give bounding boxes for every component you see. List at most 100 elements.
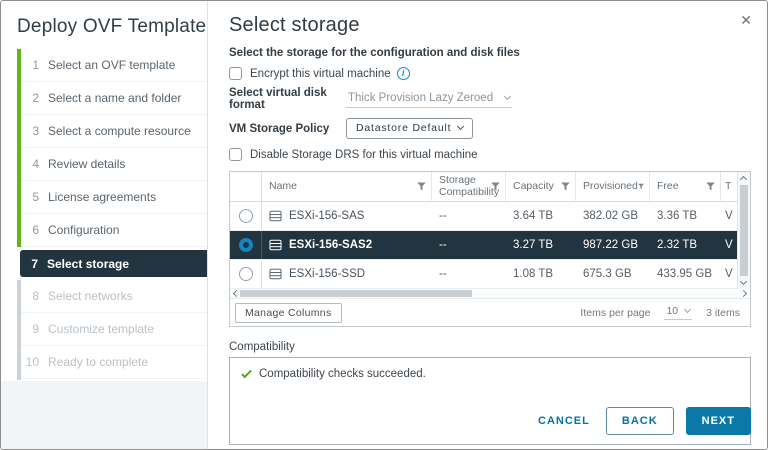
sidebar-footer-area: [1, 381, 207, 449]
step-select-storage-active[interactable]: 7 Select storage: [20, 250, 207, 277]
horizontal-scrollbar-thumb[interactable]: [240, 290, 472, 297]
disk-format-select[interactable]: Thick Provision Lazy Zeroed: [346, 91, 512, 108]
wizard-sidebar: Deploy OVF Template 1 Select an OVF temp…: [1, 1, 208, 449]
vertical-scrollbar[interactable]: [737, 172, 750, 289]
step-ready-to-complete: 10 Ready to complete: [21, 346, 207, 379]
encrypt-vm-checkbox[interactable]: [229, 67, 242, 80]
cell-free: 2.32 TB: [657, 239, 698, 251]
column-header-name[interactable]: Name: [262, 172, 432, 201]
step-select-an-ovf-template[interactable]: 1 Select an OVF template: [21, 49, 207, 82]
wizard-title: Deploy OVF Template: [17, 16, 207, 37]
step-label: Customize template: [48, 322, 155, 336]
disable-drs-label: Disable Storage DRS for this virtual mac…: [250, 148, 478, 161]
vertical-scrollbar-thumb[interactable]: [740, 185, 748, 276]
back-button[interactable]: BACK: [605, 407, 674, 435]
datastore-name: ESXi-156-SSD: [289, 268, 366, 280]
step-number: 8: [32, 289, 39, 303]
column-header-capacity[interactable]: Capacity: [506, 172, 576, 201]
radio-column-header: [230, 172, 262, 201]
filter-icon[interactable]: [417, 182, 426, 191]
filter-icon[interactable]: [561, 182, 570, 191]
step-number: 9: [32, 322, 39, 336]
encrypt-vm-label: Encrypt this virtual machine: [250, 67, 391, 80]
cell-type-truncated: V: [725, 268, 733, 280]
table-header-row: Name Storage Compatibility Capacity Prov…: [230, 172, 750, 202]
step-label: Select an OVF template: [48, 58, 176, 72]
select-storage-panel: ✕ Select storage Select the storage for …: [208, 1, 767, 449]
storage-policy-row: VM Storage Policy Datastore Default: [229, 118, 751, 139]
step-label: Configuration: [48, 223, 120, 237]
deploy-ovf-template-dialog: Deploy OVF Template 1 Select an OVF temp…: [0, 0, 768, 450]
items-per-page-select[interactable]: 10: [664, 305, 693, 320]
row-radio[interactable]: [238, 209, 253, 223]
step-select-a-name-and-folder[interactable]: 2 Select a name and folder: [21, 82, 207, 115]
page-subtitle: Select the storage for the configuration…: [229, 47, 520, 59]
step-select-networks: 8 Select networks: [21, 280, 207, 313]
filter-icon[interactable]: [706, 182, 715, 191]
filter-icon[interactable]: [491, 182, 500, 191]
chevron-down-icon: [684, 305, 692, 314]
encrypt-vm-row: Encrypt this virtual machine i: [229, 67, 751, 80]
cell-provisioned: 675.3 GB: [583, 268, 632, 280]
cancel-button[interactable]: CANCEL: [534, 408, 594, 434]
cell-provisioned: 987.22 GB: [583, 239, 638, 251]
filter-icon[interactable]: [638, 182, 644, 191]
scroll-down-icon[interactable]: [739, 277, 748, 286]
table-row-esxi-156-sas[interactable]: ESXi-156-SAS -- 3.64 TB 382.02 GB 3.36 T…: [230, 202, 750, 231]
vm-storage-policy-dropdown[interactable]: Datastore Default: [346, 118, 474, 139]
step-number: 1: [32, 58, 39, 72]
info-icon[interactable]: i: [396, 67, 410, 80]
step-label: Review details: [48, 157, 126, 171]
step-customize-template: 9 Customize template: [21, 313, 207, 346]
scroll-left-icon[interactable]: [232, 289, 241, 298]
horizontal-scrollbar[interactable]: [230, 289, 750, 299]
column-header-provisioned[interactable]: Provisioned: [576, 172, 650, 201]
table-row-esxi-156-ssd[interactable]: ESXi-156-SSD -- 1.08 TB 675.3 GB 433.95 …: [230, 260, 750, 289]
column-header-storage-compatibility[interactable]: Storage Compatibility: [432, 172, 506, 201]
items-per-page-label: Items per page: [580, 306, 651, 319]
storage-policy-value: Datastore Default: [356, 122, 452, 134]
cell-storage-compatibility: --: [439, 239, 447, 251]
disk-format-row: Select virtual disk format Thick Provisi…: [229, 87, 751, 111]
row-radio-selected[interactable]: [238, 238, 253, 252]
step-review-details[interactable]: 4 Review details: [21, 148, 207, 181]
storage-policy-label: VM Storage Policy: [229, 122, 330, 135]
column-header-free[interactable]: Free: [650, 172, 721, 201]
scroll-up-icon[interactable]: [739, 175, 748, 184]
next-button[interactable]: NEXT: [685, 407, 751, 435]
cell-storage-compatibility: --: [439, 210, 447, 222]
page-title: Select storage: [229, 14, 360, 36]
progress-bar-remaining: [17, 280, 21, 380]
cell-free: 3.36 TB: [657, 210, 698, 222]
disable-drs-checkbox[interactable]: [229, 148, 242, 161]
disk-format-label: Select virtual disk format: [229, 87, 327, 111]
table-footer: Manage Columns Items per page 10 3 items: [230, 299, 750, 326]
disable-drs-row: Disable Storage DRS for this virtual mac…: [229, 148, 751, 161]
column-header-type-truncated[interactable]: T: [721, 172, 737, 201]
step-number: 4: [32, 157, 39, 171]
scroll-right-icon[interactable]: [739, 289, 748, 298]
step-label: Select networks: [48, 289, 133, 303]
step-label: Select storage: [47, 256, 130, 271]
step-label: Ready to complete: [48, 355, 149, 369]
table-row-esxi-156-sas2-selected[interactable]: ESXi-156-SAS2 -- 3.27 TB 987.22 GB 2.32 …: [230, 231, 750, 260]
disk-format-value: Thick Provision Lazy Zeroed: [348, 91, 494, 104]
progress-bar-completed: [17, 49, 21, 247]
chevron-down-icon: [503, 92, 512, 100]
step-number: 2: [32, 91, 39, 105]
cell-capacity: 3.64 TB: [513, 210, 554, 222]
compatibility-message: Compatibility checks succeeded.: [259, 368, 426, 380]
cell-type-truncated: V: [725, 239, 733, 251]
step-license-agreements[interactable]: 5 License agreements: [21, 181, 207, 214]
step-configuration[interactable]: 6 Configuration: [21, 214, 207, 247]
step-number: 3: [32, 124, 39, 138]
datastore-name: ESXi-156-SAS: [289, 210, 365, 222]
close-icon[interactable]: ✕: [740, 13, 752, 27]
cell-type-truncated: V: [725, 210, 733, 222]
datastore-icon: [269, 268, 282, 280]
manage-columns-button[interactable]: Manage Columns: [235, 302, 342, 323]
step-number: 5: [32, 190, 39, 204]
step-select-a-compute-resource[interactable]: 3 Select a compute resource: [21, 115, 207, 148]
datastore-icon: [269, 239, 282, 251]
row-radio[interactable]: [238, 267, 253, 281]
